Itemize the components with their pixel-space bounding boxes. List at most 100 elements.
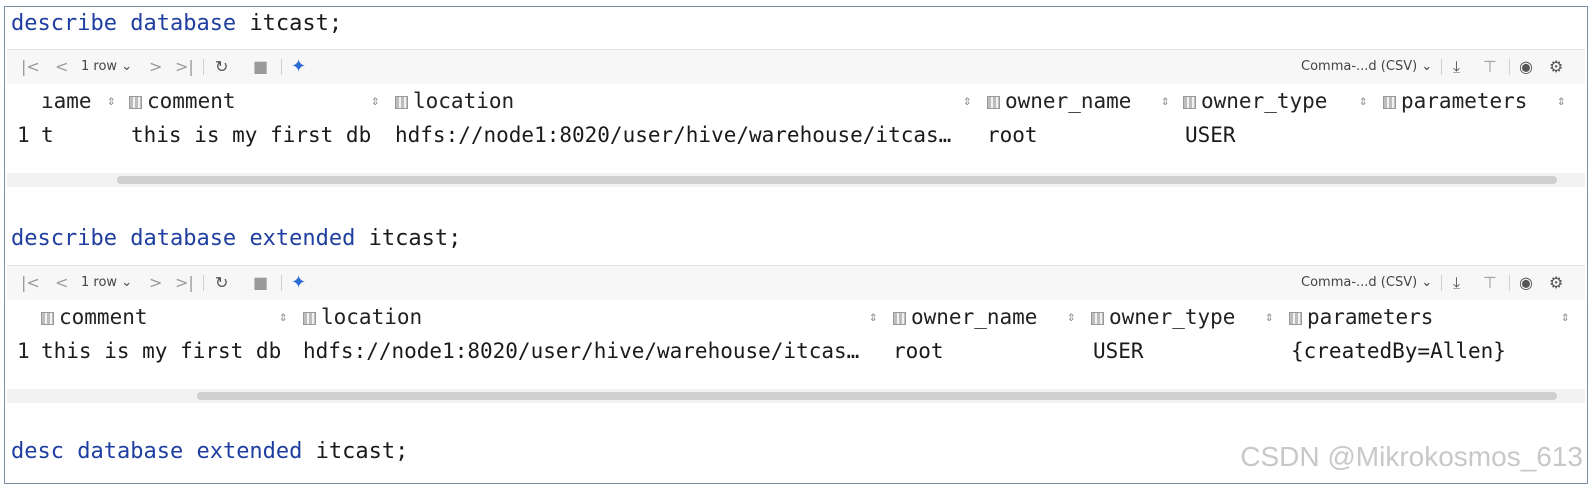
refresh-icon[interactable]: ↻ (215, 50, 228, 84)
toolbar-divider (1509, 59, 1510, 75)
sort-icon[interactable]: ⇕ (1265, 300, 1273, 334)
column-icon (1091, 312, 1104, 325)
horizontal-scrollbar[interactable] (7, 173, 1585, 187)
chevron-down-icon: ⌄ (121, 275, 133, 290)
last-page-icon[interactable]: >| (175, 266, 194, 300)
sort-icon[interactable]: ⇕ (963, 84, 971, 118)
column-header-comment[interactable]: comment (41, 300, 148, 334)
row-count-label: 1 row (81, 275, 118, 290)
cell-owner-name[interactable]: root (893, 334, 944, 368)
cell-owner-type[interactable]: USER (1093, 334, 1144, 368)
keyword: database (130, 11, 237, 36)
column-header-owner-type[interactable]: owner_type (1183, 84, 1327, 118)
column-icon (1183, 96, 1196, 109)
cell-comment[interactable]: this is my first db (41, 334, 281, 368)
keyword: database (130, 226, 237, 251)
row-index: 1 (17, 339, 30, 363)
sort-icon[interactable]: ⇕ (1359, 84, 1367, 118)
next-page-icon[interactable]: > (149, 266, 162, 300)
filter-icon[interactable]: ⊤ (1483, 50, 1497, 84)
download-icon[interactable]: ⤓ (1453, 50, 1460, 84)
toolbar-divider (1509, 275, 1510, 291)
cell-parameters[interactable]: {createdBy=Allen} (1291, 334, 1506, 368)
result-toolbar: |< < 1 row ⌄ > >| ↻ ■ ✦ Comma-...d (CSV)… (7, 49, 1585, 85)
refresh-icon[interactable]: ↻ (215, 266, 228, 300)
keyword: desc (11, 439, 64, 464)
pin-icon[interactable]: ✦ (291, 266, 306, 300)
identifier: itcast; (249, 11, 343, 36)
sql-statement-3[interactable]: desc database extended itcast; (11, 435, 408, 469)
column-header-location[interactable]: location (395, 84, 514, 118)
toolbar-divider (281, 275, 282, 291)
keyword: extended (196, 439, 303, 464)
column-header-owner-type[interactable]: owner_type (1091, 300, 1235, 334)
sort-icon[interactable]: ⇕ (371, 84, 379, 118)
watermark: CSDN @Mikrokosmos_613 (1240, 441, 1583, 472)
chevron-down-icon: ⌄ (1421, 59, 1433, 74)
column-icon (41, 312, 54, 325)
download-icon[interactable]: ⤓ (1453, 266, 1460, 300)
identifier: itcast; (315, 439, 409, 464)
cell-owner-type[interactable]: USER (1185, 118, 1236, 152)
column-header-owner-name[interactable]: owner_name (987, 84, 1131, 118)
cell-name[interactable]: t (41, 118, 54, 152)
pin-icon[interactable]: ✦ (291, 50, 306, 84)
keyword: database (77, 439, 184, 464)
sort-icon[interactable]: ⇕ (869, 300, 877, 334)
export-format-label: Comma-...d (CSV) (1301, 275, 1418, 290)
column-header-parameters[interactable]: parameters (1289, 300, 1433, 334)
column-icon (395, 96, 408, 109)
result-toolbar: |< < 1 row ⌄ > >| ↻ ■ ✦ Comma-...d (CSV)… (7, 265, 1585, 301)
sql-statement-1[interactable]: describe database itcast; (11, 7, 342, 41)
filter-icon[interactable]: ⊤ (1483, 266, 1497, 300)
sql-statement-2[interactable]: describe database extended itcast; (11, 222, 461, 256)
row-index: 1 (17, 123, 30, 147)
last-page-icon[interactable]: >| (175, 50, 194, 84)
column-header-parameters[interactable]: parameters (1383, 84, 1527, 118)
identifier: itcast; (368, 226, 462, 251)
chevron-down-icon: ⌄ (121, 59, 133, 74)
cell-location[interactable]: hdfs://node1:8020/user/hive/warehouse/it… (395, 118, 951, 152)
previous-page-icon[interactable]: < (55, 266, 68, 300)
sort-icon[interactable]: ⇕ (1557, 84, 1565, 118)
column-header-comment[interactable]: comment (129, 84, 236, 118)
scrollbar-thumb[interactable] (117, 176, 1557, 184)
stop-icon[interactable]: ■ (253, 266, 268, 300)
row-count-dropdown[interactable]: 1 row ⌄ (81, 266, 132, 300)
sort-icon[interactable]: ⇕ (1067, 300, 1075, 334)
cell-owner-name[interactable]: root (987, 118, 1038, 152)
sort-icon[interactable]: ⇕ (279, 300, 287, 334)
sort-icon[interactable]: ⇕ (107, 84, 115, 118)
table-row[interactable]: 1 this is my first db hdfs://node1:8020/… (7, 334, 1585, 368)
row-count-dropdown[interactable]: 1 row ⌄ (81, 50, 132, 84)
cell-comment[interactable]: this is my first db (131, 118, 371, 152)
chevron-down-icon: ⌄ (1421, 275, 1433, 290)
sort-icon[interactable]: ⇕ (1161, 84, 1169, 118)
export-format-dropdown[interactable]: Comma-...d (CSV) ⌄ (1301, 50, 1432, 84)
toolbar-divider (203, 59, 204, 75)
column-icon (129, 96, 142, 109)
settings-icon[interactable]: ⚙ (1549, 50, 1563, 84)
next-page-icon[interactable]: > (149, 50, 162, 84)
view-icon[interactable]: ◉ (1519, 50, 1533, 84)
sort-icon[interactable]: ⇕ (1561, 300, 1569, 334)
export-format-dropdown[interactable]: Comma-...d (CSV) ⌄ (1301, 266, 1432, 300)
cell-location[interactable]: hdfs://node1:8020/user/hive/warehouse/it… (303, 334, 859, 368)
horizontal-scrollbar[interactable] (7, 389, 1585, 403)
previous-page-icon[interactable]: < (55, 50, 68, 84)
view-icon[interactable]: ◉ (1519, 266, 1533, 300)
column-icon (303, 312, 316, 325)
column-header-name[interactable]: ıame (41, 84, 92, 118)
scrollbar-thumb[interactable] (197, 392, 1557, 400)
first-page-icon[interactable]: |< (21, 266, 40, 300)
table-row[interactable]: 1 t this is my first db hdfs://node1:802… (7, 118, 1585, 152)
column-header-owner-name[interactable]: owner_name (893, 300, 1037, 334)
column-header-location[interactable]: location (303, 300, 422, 334)
settings-icon[interactable]: ⚙ (1549, 266, 1563, 300)
column-icon (1289, 312, 1302, 325)
column-icon (987, 96, 1000, 109)
stop-icon[interactable]: ■ (253, 50, 268, 84)
toolbar-divider (281, 59, 282, 75)
first-page-icon[interactable]: |< (21, 50, 40, 84)
export-format-label: Comma-...d (CSV) (1301, 59, 1418, 74)
